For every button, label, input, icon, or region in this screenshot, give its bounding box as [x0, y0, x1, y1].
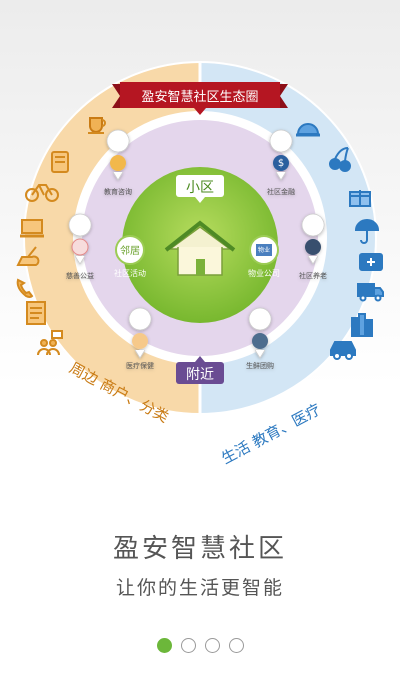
neighbor-label: 邻居 [120, 244, 140, 257]
xiaoqu-label: 小区 [186, 180, 214, 196]
app-title: 盈安智慧社区 [112, 534, 287, 564]
clipboard-icon[interactable] [26, 301, 46, 325]
svg-text:物业: 物业 [258, 246, 270, 254]
property-company-label: 物业公司 [248, 268, 280, 278]
groupbuy-label: 生鲜团购 [246, 361, 274, 370]
finance-label: 社区金融 [267, 187, 295, 196]
page-indicator [0, 638, 400, 653]
charity-label: 慈善公益 [66, 271, 94, 280]
page-dot-1[interactable] [156, 638, 172, 653]
neighbor-pin[interactable]: 邻居 社区活动 [114, 235, 146, 278]
page-dot-4[interactable] [228, 638, 244, 653]
fujin-label: 附近 [186, 367, 214, 383]
page-dot-2[interactable] [180, 638, 196, 653]
medical-kit-icon[interactable] [359, 253, 383, 271]
banner-label: 盈安智慧社区生态圈 [141, 89, 258, 105]
heart-hands-icon [71, 238, 89, 256]
car-icon[interactable] [330, 341, 356, 360]
books-icon[interactable] [351, 313, 373, 337]
delivery-truck-icon[interactable] [357, 283, 384, 302]
education-label: 教育咨询 [104, 187, 132, 196]
page-dot-3[interactable] [204, 638, 220, 653]
svg-text:$: $ [278, 158, 284, 169]
medical-label: 医疗保健 [126, 361, 154, 370]
app-subtitle: 让你的生活更智能 [115, 577, 284, 599]
shopping-basket-icon [252, 333, 268, 349]
medical-icon [132, 333, 148, 349]
property-pin[interactable]: 物业 物业公司 [248, 235, 280, 278]
cash-register-icon[interactable] [51, 151, 69, 173]
laptop-icon[interactable] [20, 219, 44, 238]
community-activity-label: 社区活动 [114, 268, 146, 278]
elderly-label: 社区养老 [299, 271, 327, 280]
ecosystem-diagram: 周边 商户、分类 生活 教育、医疗 教育咨询 $ 社区金融 慈善公益 社区养老 [16, 61, 384, 468]
elderly-person-icon [305, 239, 321, 255]
lightbulb-icon [110, 155, 126, 171]
gift-box-icon[interactable] [349, 190, 371, 207]
